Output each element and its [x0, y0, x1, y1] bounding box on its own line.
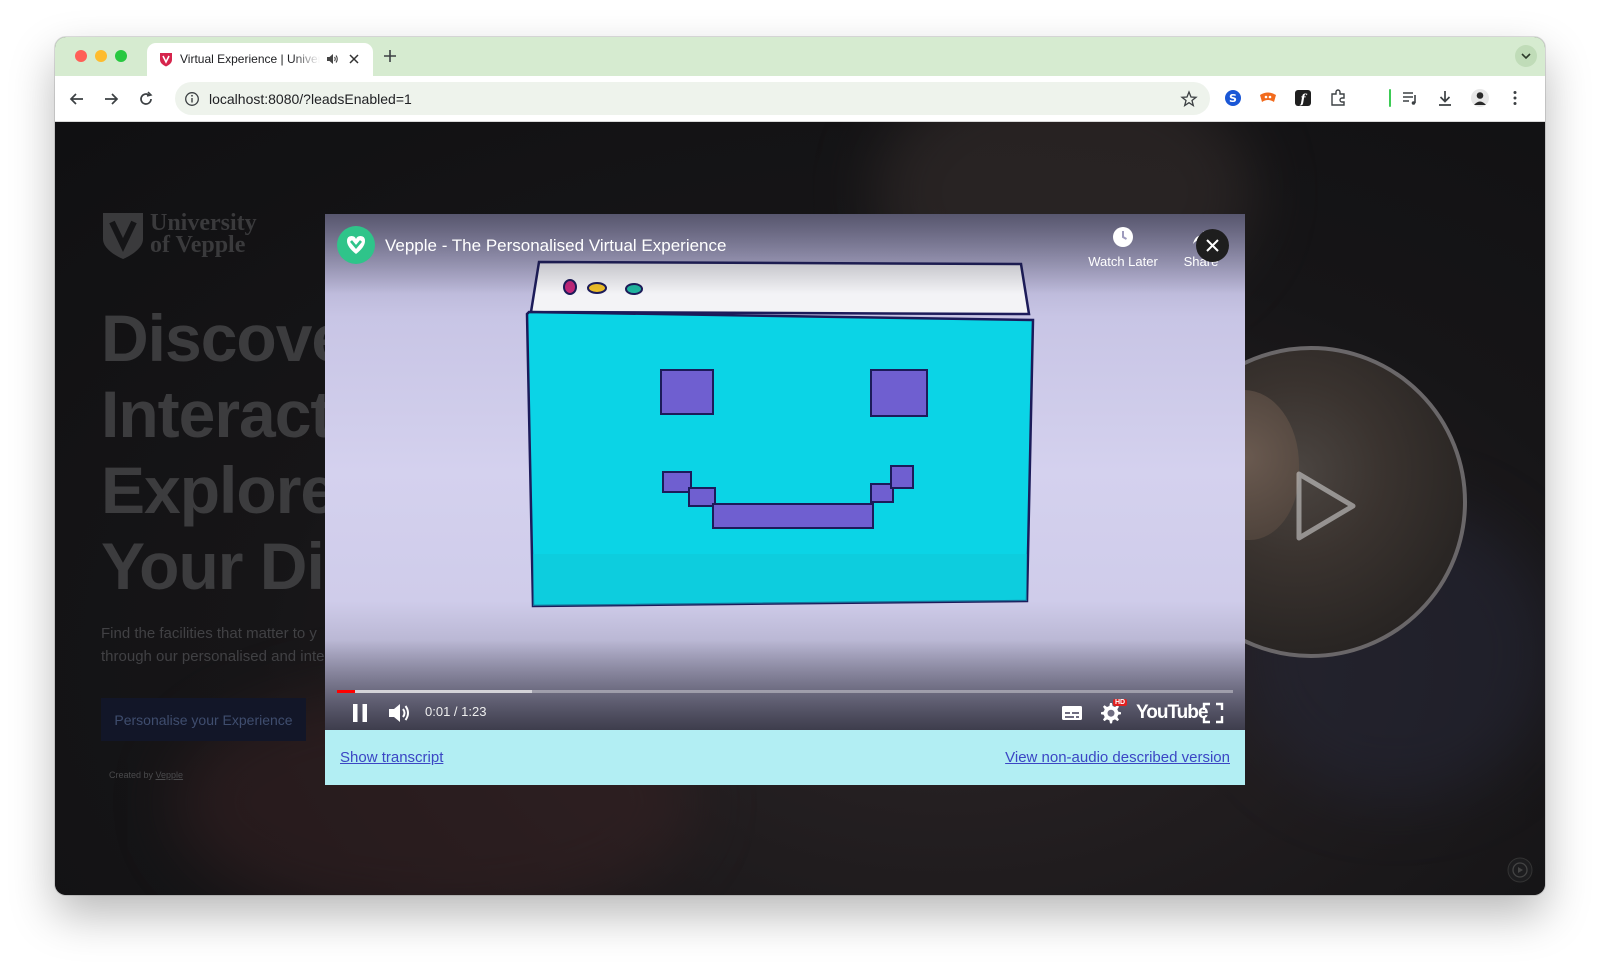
close-tab-icon[interactable] [347, 52, 361, 66]
vepple-channel-avatar[interactable] [337, 226, 375, 264]
url-text[interactable]: localhost:8080/?leadsEnabled=1 [209, 91, 412, 107]
play-icon [1296, 471, 1356, 541]
tab-search-button[interactable] [1515, 45, 1537, 67]
university-logo-text: University of Vepple [150, 210, 257, 258]
page-viewport: University of Vepple Discove Interact Ex… [55, 122, 1545, 895]
toolbar-divider [1389, 89, 1391, 107]
progress-played [337, 690, 355, 693]
bookmark-star-icon[interactable] [1180, 90, 1198, 108]
hero-heading-line-4: Your Dig [101, 529, 364, 603]
subtitles-icon[interactable] [1059, 700, 1085, 726]
watch-later-label: Watch Later [1088, 254, 1158, 269]
logo-line-1: University [150, 210, 257, 236]
reload-icon[interactable] [136, 89, 156, 109]
chevron-down-icon [1521, 53, 1531, 60]
video-time-display: 0:01 / 1:23 [425, 704, 487, 719]
watch-later-button[interactable]: Watch Later [1085, 226, 1161, 269]
svg-text:S: S [1229, 92, 1237, 105]
hero-heading-line-1: Discove [101, 301, 348, 375]
speaker-icon[interactable] [325, 52, 339, 66]
browser-tab-active[interactable]: Virtual Experience | University of Veppl… [147, 43, 373, 76]
smiley-browser-illustration [525, 260, 1035, 608]
extension-font-icon[interactable]: f [1293, 88, 1313, 108]
video-modal: Vepple - The Personalised Virtual Experi… [325, 214, 1245, 785]
transcript-bar: Show transcript View non-audio described… [325, 730, 1245, 785]
non-audio-described-link[interactable]: View non-audio described version [1005, 749, 1230, 766]
back-arrow-icon[interactable] [67, 89, 87, 109]
volume-icon[interactable] [386, 700, 412, 726]
media-controls-icon[interactable] [1400, 88, 1420, 108]
video-progress-bar[interactable] [337, 690, 1233, 693]
youtube-logo[interactable]: YouTube [1136, 702, 1208, 724]
kebab-menu-icon[interactable] [1505, 88, 1525, 108]
progress-buffered [337, 690, 533, 693]
corner-play-icon[interactable] [1507, 857, 1533, 883]
created-by-label: Created by [109, 770, 156, 780]
forward-arrow-icon[interactable] [101, 89, 121, 109]
browser-toolbar: localhost:8080/?leadsEnabled=1 S f [55, 76, 1545, 122]
hero-subtitle: Find the facilities that matter to y thr… [101, 622, 325, 668]
fullscreen-icon[interactable] [1200, 700, 1226, 726]
video-title[interactable]: Vepple - The Personalised Virtual Experi… [385, 236, 726, 256]
hero-heading-line-3: Explore [101, 453, 337, 527]
tab-title: Virtual Experience | University of Veppl… [180, 52, 320, 66]
hero-subtitle-line-1: Find the facilities that matter to y [101, 625, 317, 642]
created-by-credit: Created by Vepple [109, 770, 183, 780]
close-window-button[interactable] [75, 50, 87, 62]
maximize-window-button[interactable] [115, 50, 127, 62]
hero-subtitle-line-2: through our personalised and inte [101, 648, 325, 665]
hd-badge: HD [1113, 699, 1128, 706]
close-modal-button[interactable] [1196, 229, 1229, 262]
hero-heading-line-2: Interact [101, 377, 332, 451]
vepple-link[interactable]: Vepple [156, 770, 184, 780]
close-icon [1206, 239, 1219, 252]
download-icon[interactable] [1435, 88, 1455, 108]
pause-icon[interactable] [347, 700, 373, 726]
minimize-window-button[interactable] [95, 50, 107, 62]
site-info-icon[interactable] [184, 91, 200, 107]
vepple-shield-icon [160, 53, 172, 67]
personalise-experience-button[interactable]: Personalise your Experience [101, 698, 306, 741]
university-shield-logo [103, 213, 143, 259]
youtube-player[interactable]: Vepple - The Personalised Virtual Experi… [325, 214, 1245, 730]
tab-strip: Virtual Experience | University of Veppl… [55, 37, 1545, 76]
browser-window: Virtual Experience | University of Veppl… [55, 37, 1545, 895]
show-transcript-link[interactable]: Show transcript [340, 749, 443, 766]
logo-line-2: of Vepple [150, 232, 246, 258]
extension-orange-icon[interactable] [1258, 88, 1278, 108]
extensions-puzzle-icon[interactable] [1328, 88, 1348, 108]
clock-icon [1113, 227, 1133, 247]
profile-avatar[interactable] [1470, 88, 1490, 108]
address-bar[interactable]: localhost:8080/?leadsEnabled=1 [175, 82, 1210, 115]
extension-s-icon[interactable]: S [1223, 88, 1243, 108]
new-tab-icon[interactable] [381, 47, 399, 65]
